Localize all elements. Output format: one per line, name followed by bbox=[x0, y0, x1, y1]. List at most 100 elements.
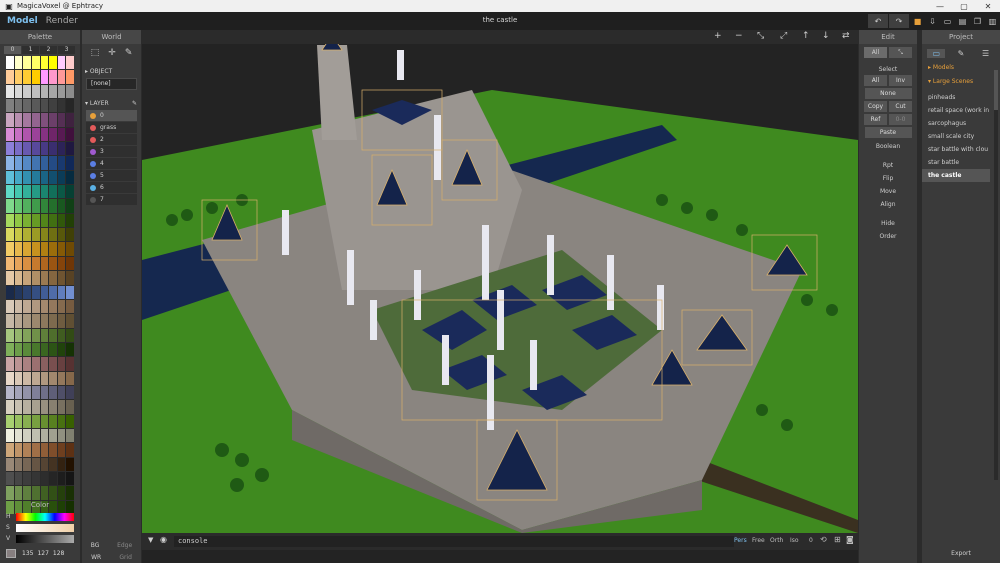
palette-swatch[interactable] bbox=[14, 457, 23, 471]
palette-swatch[interactable] bbox=[66, 70, 74, 84]
palette-swatch[interactable] bbox=[57, 242, 66, 256]
palette-swatch[interactable] bbox=[31, 314, 40, 328]
console-input[interactable]: console bbox=[174, 536, 734, 547]
repeat-button[interactable]: Rpt bbox=[859, 159, 917, 172]
palette-swatch[interactable] bbox=[14, 371, 23, 385]
palette-swatch[interactable] bbox=[49, 127, 57, 142]
palette-swatch[interactable] bbox=[40, 56, 49, 70]
palette-swatch[interactable] bbox=[57, 99, 66, 113]
palette-swatch[interactable] bbox=[6, 385, 14, 400]
palette-swatch[interactable] bbox=[6, 271, 14, 285]
palette-swatch[interactable] bbox=[6, 400, 14, 414]
palette-swatch[interactable] bbox=[23, 99, 31, 113]
palette-swatch[interactable] bbox=[6, 314, 14, 328]
palette-swatch[interactable] bbox=[49, 285, 57, 299]
palette-swatch[interactable] bbox=[31, 142, 40, 156]
palette-swatch[interactable] bbox=[49, 271, 57, 285]
palette-swatch[interactable] bbox=[6, 357, 14, 371]
palette-swatch[interactable] bbox=[31, 99, 40, 113]
minus-icon[interactable]: − bbox=[735, 31, 743, 41]
palette-swatch[interactable] bbox=[14, 299, 23, 314]
palette-swatch[interactable] bbox=[31, 170, 40, 185]
palette-swatch[interactable] bbox=[57, 256, 66, 271]
move-icon[interactable]: ✛ bbox=[108, 48, 116, 58]
palette-swatch[interactable] bbox=[40, 199, 49, 213]
palette-swatch[interactable] bbox=[14, 99, 23, 113]
palette-swatch[interactable] bbox=[40, 271, 49, 285]
palette-swatch[interactable] bbox=[14, 185, 23, 199]
palette-swatch[interactable] bbox=[31, 486, 40, 500]
tab-model[interactable]: Model bbox=[3, 16, 42, 26]
palette-swatch[interactable] bbox=[14, 285, 23, 299]
palette-swatch[interactable] bbox=[57, 185, 66, 199]
palette-swatch[interactable] bbox=[66, 486, 74, 500]
palette-swatch[interactable] bbox=[40, 299, 49, 314]
palette-swatch[interactable] bbox=[57, 170, 66, 185]
palette-swatch[interactable] bbox=[57, 113, 66, 127]
layer-row[interactable]: 7 bbox=[86, 194, 137, 205]
palette-swatch[interactable] bbox=[31, 84, 40, 99]
palette-swatch[interactable] bbox=[40, 84, 49, 99]
palette-swatch[interactable] bbox=[66, 285, 74, 299]
palette-swatch[interactable] bbox=[40, 414, 49, 428]
grid-button[interactable]: Grid bbox=[119, 554, 132, 561]
palette-swatch[interactable] bbox=[14, 414, 23, 428]
layer-visibility-icon[interactable] bbox=[90, 184, 96, 191]
palette-swatch[interactable] bbox=[31, 428, 40, 443]
palette-swatch[interactable] bbox=[66, 314, 74, 328]
palette-swatch[interactable] bbox=[66, 471, 74, 486]
palette-swatch[interactable] bbox=[6, 113, 14, 127]
palette-swatch[interactable] bbox=[57, 486, 66, 500]
palette-swatch[interactable] bbox=[14, 84, 23, 99]
palette-swatch[interactable] bbox=[40, 142, 49, 156]
wr-button[interactable]: WR bbox=[91, 554, 101, 561]
palette-swatch[interactable] bbox=[14, 142, 23, 156]
select-none-button[interactable]: None bbox=[864, 88, 912, 99]
palette-swatch[interactable] bbox=[66, 228, 74, 242]
palette-swatch[interactable] bbox=[49, 185, 57, 199]
palette-swatch[interactable] bbox=[66, 342, 74, 357]
palette-swatch[interactable] bbox=[49, 400, 57, 414]
edge-button[interactable]: Edge bbox=[117, 542, 132, 549]
palette-swatch[interactable] bbox=[57, 285, 66, 299]
move-button[interactable]: Move bbox=[859, 185, 917, 198]
palette-swatch[interactable] bbox=[6, 328, 14, 342]
close-icon[interactable]: ✕ bbox=[976, 0, 1000, 12]
palette-swatch[interactable] bbox=[23, 256, 31, 271]
palette-swatch[interactable] bbox=[23, 328, 31, 342]
align-button[interactable]: Align bbox=[859, 198, 917, 211]
layer-row[interactable]: 0 bbox=[86, 110, 137, 121]
copy-button[interactable]: Copy bbox=[864, 101, 887, 112]
flip-button[interactable]: Flip bbox=[859, 172, 917, 185]
palette-swatch[interactable] bbox=[57, 127, 66, 142]
palette-swatch[interactable] bbox=[23, 185, 31, 199]
palette-swatch[interactable] bbox=[31, 156, 40, 170]
palette-swatch[interactable] bbox=[49, 56, 57, 70]
new-icon[interactable]: ▤ bbox=[955, 14, 970, 28]
layer-row[interactable]: 6 bbox=[86, 182, 137, 193]
palette-swatch[interactable] bbox=[23, 228, 31, 242]
palette-swatch[interactable] bbox=[57, 328, 66, 342]
palette-swatch[interactable] bbox=[23, 414, 31, 428]
palette-swatch[interactable] bbox=[6, 156, 14, 170]
palette-swatch[interactable] bbox=[23, 213, 31, 228]
palette-swatch[interactable] bbox=[66, 84, 74, 99]
palette-swatch[interactable] bbox=[57, 314, 66, 328]
palette-swatch[interactable] bbox=[66, 457, 74, 471]
palette-swatch[interactable] bbox=[31, 443, 40, 457]
value-bar[interactable] bbox=[16, 534, 74, 543]
shrink-icon[interactable]: ⤡ bbox=[757, 31, 764, 41]
palette-swatch[interactable] bbox=[40, 471, 49, 486]
viewport-3d[interactable] bbox=[142, 30, 858, 533]
save-icon[interactable]: ■ bbox=[910, 14, 925, 28]
brush-icon[interactable]: ✎ bbox=[952, 49, 970, 58]
palette-swatch[interactable] bbox=[31, 299, 40, 314]
palette-swatch[interactable] bbox=[49, 357, 57, 371]
palette-swatch[interactable] bbox=[40, 185, 49, 199]
palette-swatch[interactable] bbox=[14, 213, 23, 228]
palette-swatch[interactable] bbox=[40, 342, 49, 357]
palette-swatch[interactable] bbox=[66, 371, 74, 385]
select-box-icon[interactable]: ⬚ bbox=[91, 48, 100, 58]
palette-swatch[interactable] bbox=[23, 127, 31, 142]
screenshot-icon[interactable]: ◙ bbox=[846, 535, 854, 544]
